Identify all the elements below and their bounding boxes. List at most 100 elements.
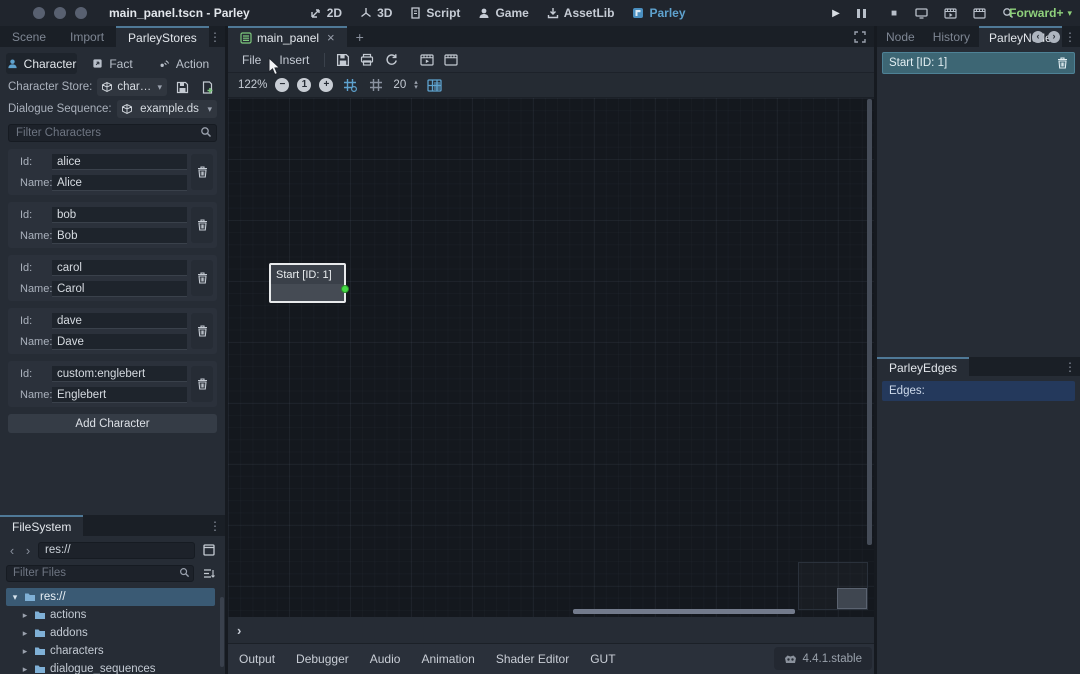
snap-distance-value[interactable]: 20 [393, 79, 406, 91]
minimap-viewport[interactable] [837, 588, 867, 609]
debugger-button[interactable]: Debugger [296, 652, 349, 666]
graph-node-start[interactable]: Start [ID: 1] [269, 263, 346, 303]
chevron-collapsed-icon[interactable]: ▸ [20, 610, 30, 621]
tree-item-res[interactable]: ▾ res:// [6, 588, 215, 606]
character-id-input[interactable] [52, 366, 187, 382]
tree-item-actions[interactable]: ▸ actions [6, 606, 215, 624]
tab-parleystores[interactable]: ParleyStores [116, 26, 209, 47]
zoom-reset-button[interactable]: 1 [297, 78, 311, 92]
refresh-icon[interactable] [380, 50, 402, 70]
add-character-button[interactable]: Add Character [8, 414, 217, 433]
character-id-input[interactable] [52, 260, 187, 276]
save-icon[interactable] [332, 50, 354, 70]
filter-files-input[interactable] [6, 565, 194, 582]
character-id-input[interactable] [52, 154, 187, 170]
delete-character-button[interactable] [191, 260, 213, 296]
minimize-window-icon[interactable] [54, 7, 66, 19]
tree-item-addons[interactable]: ▸ addons [6, 624, 215, 642]
expand-panel-icon[interactable]: › [237, 623, 241, 638]
zoom-in-button[interactable]: + [319, 78, 333, 92]
graph-canvas[interactable]: Start [ID: 1] [228, 98, 874, 617]
maximize-window-icon[interactable] [75, 7, 87, 19]
window-controls[interactable] [33, 7, 87, 19]
play-scene-button[interactable] [944, 8, 960, 19]
character-id-input[interactable] [52, 313, 187, 329]
save-store-button[interactable] [172, 78, 192, 96]
tab-filesystem[interactable]: FileSystem [0, 515, 83, 536]
tree-item-dialogue-sequences[interactable]: ▸ dialogue_sequences [6, 660, 215, 674]
shader-editor-button[interactable]: Shader Editor [496, 652, 569, 666]
chevron-collapsed-icon[interactable]: ▸ [20, 646, 30, 657]
filter-characters-input[interactable] [8, 124, 217, 142]
dock-menu-icon[interactable]: ⋮ [1064, 357, 1076, 376]
tabs-prev-icon[interactable]: ‹ [1032, 31, 1044, 43]
path-input[interactable] [38, 542, 195, 559]
character-name-input[interactable] [52, 175, 187, 191]
output-button[interactable]: Output [239, 652, 275, 666]
vertical-scrollbar[interactable] [867, 99, 872, 545]
tab-history[interactable]: History [924, 26, 979, 47]
dock-menu-icon[interactable]: ⋮ [1064, 30, 1076, 44]
gut-button[interactable]: GUT [590, 652, 615, 666]
snap-toggle-icon[interactable] [341, 76, 359, 94]
play-button[interactable]: ▶ [828, 8, 844, 19]
delete-node-button[interactable] [1057, 57, 1068, 69]
tab-node[interactable]: Node [877, 26, 924, 47]
new-tab-button[interactable]: + [347, 26, 373, 47]
spin-down-icon[interactable]: ▾ [414, 85, 418, 90]
character-name-input[interactable] [52, 228, 187, 244]
screen-3d-button[interactable]: 3D [360, 6, 392, 20]
edges-header-item[interactable]: Edges: [882, 381, 1075, 401]
test-dialogue-icon[interactable] [416, 50, 438, 70]
delete-character-button[interactable] [191, 207, 213, 243]
delete-character-button[interactable] [191, 154, 213, 190]
close-window-icon[interactable] [33, 7, 45, 19]
subtab-action[interactable]: Action [148, 53, 219, 74]
close-tab-icon[interactable]: × [327, 30, 335, 45]
snap-distance-spinner[interactable]: ▴ ▾ [414, 80, 418, 90]
tree-item-characters[interactable]: ▸ characters [6, 642, 215, 660]
nav-forward-icon[interactable]: › [22, 543, 34, 558]
scene-tab-main-panel[interactable]: main_panel × [228, 26, 347, 47]
renderer-selector[interactable]: Forward+ ▾ [1009, 0, 1072, 26]
screen-2d-button[interactable]: 2D [310, 6, 342, 20]
zoom-out-button[interactable]: − [275, 78, 289, 92]
character-id-input[interactable] [52, 207, 187, 223]
output-port-icon[interactable] [341, 285, 349, 293]
chevron-collapsed-icon[interactable]: ▸ [20, 628, 30, 639]
sort-files-icon[interactable] [199, 564, 219, 582]
distraction-free-icon[interactable] [854, 26, 866, 47]
tabs-next-icon[interactable]: › [1048, 31, 1060, 43]
dock-menu-icon[interactable]: ⋮ [209, 26, 221, 47]
minimap-toggle-icon[interactable] [426, 76, 444, 94]
filesystem-scrollbar[interactable] [220, 597, 224, 667]
character-store-dropdown[interactable]: character_st ▾ [97, 78, 167, 96]
remote-debug-icon[interactable] [915, 8, 931, 19]
stop-button[interactable]: ■ [886, 8, 902, 19]
test-dialogue-from-node-icon[interactable] [440, 50, 462, 70]
chevron-collapsed-icon[interactable]: ▸ [20, 664, 30, 674]
subtab-character[interactable]: Character [6, 53, 77, 74]
tab-scene[interactable]: Scene [0, 26, 58, 47]
file-menu[interactable]: File [234, 53, 269, 67]
version-info[interactable]: 4.4.1.stable [774, 647, 872, 670]
delete-character-button[interactable] [191, 366, 213, 402]
tab-import[interactable]: Import [58, 26, 116, 47]
nav-back-icon[interactable]: ‹ [6, 543, 18, 558]
subtab-fact[interactable]: Fact [77, 53, 148, 74]
chevron-expanded-icon[interactable]: ▾ [10, 592, 20, 603]
new-store-script-button[interactable] [197, 78, 217, 96]
animation-button[interactable]: Animation [421, 652, 474, 666]
horizontal-scrollbar[interactable] [573, 609, 795, 614]
selected-node-item[interactable]: Start [ID: 1] [882, 52, 1075, 74]
screen-script-button[interactable]: Script [410, 6, 460, 20]
character-name-input[interactable] [52, 387, 187, 403]
print-icon[interactable] [356, 50, 378, 70]
toggle-split-mode-icon[interactable] [199, 541, 219, 559]
dialogue-sequence-dropdown[interactable]: example.ds ▾ [117, 100, 217, 118]
grid-toggle-icon[interactable] [367, 76, 385, 94]
character-name-input[interactable] [52, 281, 187, 297]
character-name-input[interactable] [52, 334, 187, 350]
insert-menu[interactable]: Insert [271, 53, 317, 67]
audio-button[interactable]: Audio [370, 652, 401, 666]
